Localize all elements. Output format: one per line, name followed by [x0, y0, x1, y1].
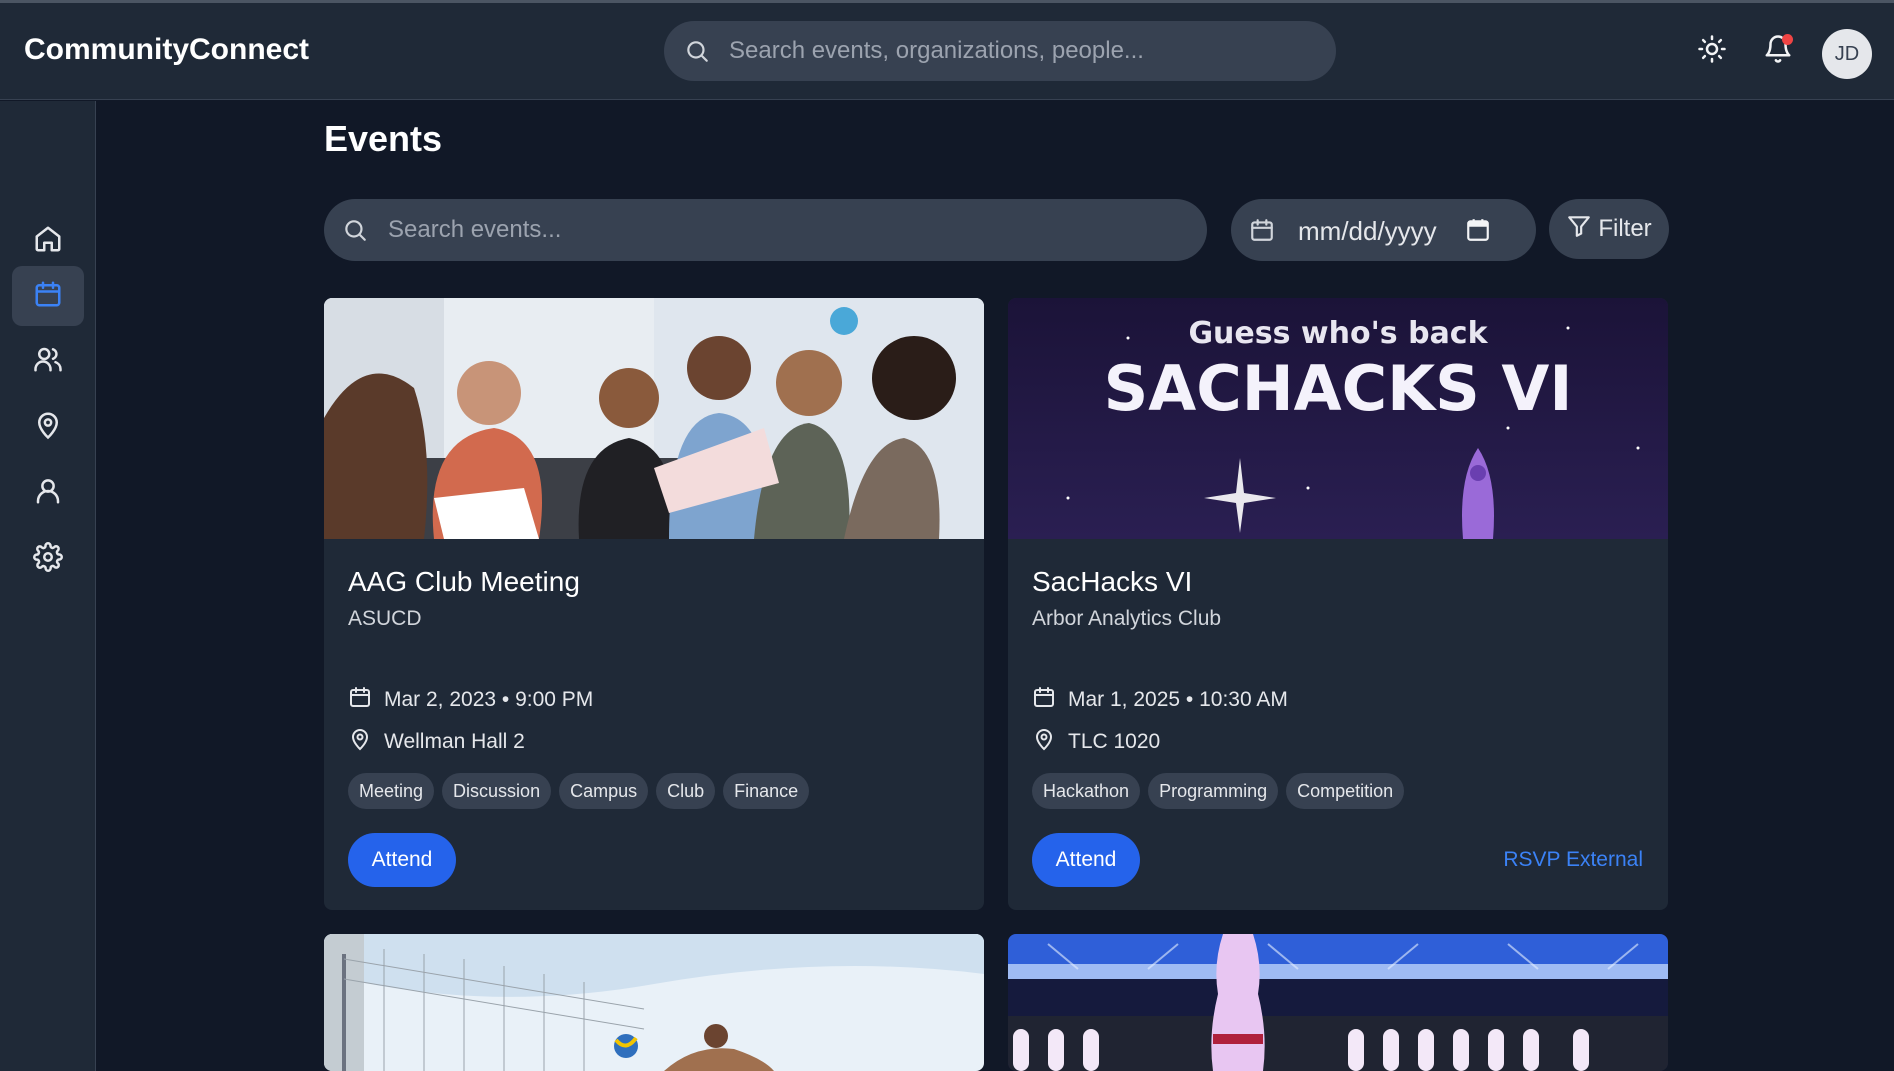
- event-title[interactable]: SacHacks VI: [1032, 566, 1192, 598]
- calendar-icon: [1032, 685, 1056, 715]
- notification-badge: [1782, 34, 1793, 45]
- global-search-bar[interactable]: [664, 21, 1336, 81]
- event-search-bar[interactable]: [324, 199, 1207, 261]
- event-datetime: Mar 1, 2025 • 10:30 AM: [1032, 685, 1288, 715]
- event-tag[interactable]: Competition: [1286, 773, 1405, 809]
- event-location-text: TLC 1020: [1068, 730, 1161, 753]
- event-tags: Hackathon Programming Competition: [1032, 773, 1405, 809]
- settings-icon: [33, 541, 63, 577]
- event-title[interactable]: AAG Club Meeting: [348, 566, 580, 598]
- attend-button[interactable]: Attend: [1032, 833, 1140, 887]
- user-avatar[interactable]: JD: [1822, 29, 1872, 79]
- attend-button[interactable]: Attend: [348, 833, 456, 887]
- banner-title: SACHACKS VI: [1104, 352, 1573, 425]
- event-location: Wellman Hall 2: [348, 727, 525, 757]
- filter-icon: [1566, 213, 1592, 246]
- event-tag[interactable]: Discussion: [442, 773, 552, 809]
- event-image: [324, 934, 984, 1071]
- event-image: [1008, 934, 1668, 1071]
- event-card[interactable]: [1008, 934, 1668, 1071]
- event-tag[interactable]: Meeting: [348, 773, 435, 809]
- event-location: TLC 1020: [1032, 727, 1160, 757]
- event-tag[interactable]: Finance: [723, 773, 810, 809]
- sidebar-item-organizations[interactable]: [12, 331, 84, 391]
- sidebar-item-events[interactable]: [12, 266, 84, 326]
- event-tag[interactable]: Programming: [1148, 773, 1279, 809]
- sidebar-item-settings[interactable]: [12, 529, 84, 589]
- search-icon: [684, 38, 710, 69]
- event-organization[interactable]: Arbor Analytics Club: [1032, 607, 1221, 631]
- filter-label: Filter: [1598, 215, 1652, 242]
- event-organization[interactable]: ASUCD: [348, 607, 422, 631]
- event-card[interactable]: Guess who's back SACHACKS VI SacHacks VI…: [1008, 298, 1668, 910]
- app-logo-text[interactable]: CommunityConnect: [24, 33, 309, 67]
- sidebar: [0, 101, 96, 1071]
- event-tag[interactable]: Club: [656, 773, 716, 809]
- event-image: [324, 298, 984, 539]
- users-icon: [33, 344, 63, 379]
- sidebar-item-profile[interactable]: [12, 463, 84, 523]
- event-datetime-text: Mar 1, 2025 • 10:30 AM: [1068, 688, 1288, 711]
- event-card[interactable]: [324, 934, 984, 1071]
- rsvp-external-link[interactable]: RSVP External: [1503, 848, 1643, 872]
- user-icon: [33, 476, 63, 511]
- event-datetime-text: Mar 2, 2023 • 9:00 PM: [384, 688, 594, 711]
- event-datetime: Mar 2, 2023 • 9:00 PM: [348, 685, 593, 715]
- date-input-placeholder[interactable]: mm/dd/yyyy: [1298, 216, 1437, 247]
- home-icon: [33, 224, 63, 259]
- map-pin-icon: [348, 727, 372, 757]
- map-pin-icon: [1032, 727, 1056, 757]
- top-bar: CommunityConnect JD: [0, 3, 1894, 100]
- calendar-icon: [33, 279, 63, 314]
- sun-icon: [1697, 34, 1727, 69]
- map-pin-icon: [33, 410, 63, 445]
- filter-button[interactable]: Filter: [1549, 199, 1669, 259]
- event-image: Guess who's back SACHACKS VI: [1008, 298, 1668, 539]
- event-tag[interactable]: Hackathon: [1032, 773, 1141, 809]
- event-tag[interactable]: Campus: [559, 773, 649, 809]
- sidebar-item-map[interactable]: [12, 397, 84, 457]
- calendar-icon: [348, 685, 372, 715]
- event-tags: Meeting Discussion Campus Club Finance: [348, 773, 810, 809]
- page-title: Events: [324, 118, 443, 159]
- event-card[interactable]: AAG Club Meeting ASUCD Mar 2, 2023 • 9:0…: [324, 298, 984, 910]
- date-picker-icon[interactable]: [1465, 217, 1491, 248]
- event-location-text: Wellman Hall 2: [384, 730, 525, 753]
- date-filter-field[interactable]: mm/dd/yyyy: [1231, 199, 1536, 261]
- global-search-input[interactable]: [729, 21, 1319, 81]
- search-icon: [342, 217, 368, 248]
- sidebar-item-home[interactable]: [12, 211, 84, 271]
- event-search-input[interactable]: [388, 199, 1188, 261]
- calendar-icon: [1249, 217, 1275, 248]
- theme-toggle-button[interactable]: [1694, 33, 1730, 69]
- notifications-button[interactable]: [1760, 33, 1796, 69]
- banner-subtitle: Guess who's back: [1188, 316, 1488, 351]
